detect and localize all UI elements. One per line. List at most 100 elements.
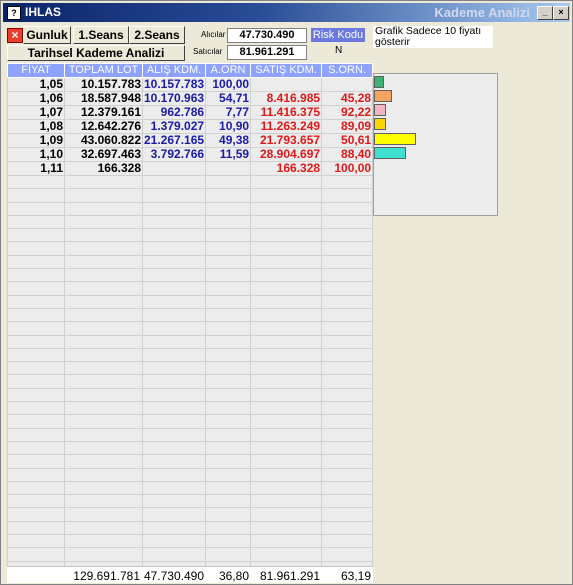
table-cell	[64, 547, 143, 562]
table-row[interactable]	[7, 427, 374, 442]
table-cell	[7, 480, 65, 496]
tab-2-seans[interactable]: 2.Seans	[129, 26, 185, 44]
table-row[interactable]	[7, 480, 374, 496]
sellers-value: 81.961.291	[227, 45, 307, 60]
table-cell: 45,28	[321, 91, 374, 106]
table-row[interactable]	[7, 454, 374, 469]
table-cell: 49,38	[205, 133, 252, 148]
table-row[interactable]	[7, 174, 374, 190]
table-cell	[64, 387, 143, 403]
table-row[interactable]	[7, 414, 374, 429]
table-cell	[205, 307, 252, 323]
table-row[interactable]: 1,05 10.157.783 10.157.783 100,00	[7, 77, 374, 92]
table-row[interactable]: 1,10 32.697.463 3.792.766 11,59 28.904.697 88…	[7, 147, 374, 162]
minimize-button[interactable]: _	[537, 6, 553, 20]
kademe-table: FİYAT TOPLAM LOT ALIŞ KDM. A.ORN SATIŞ K…	[7, 63, 374, 575]
table-cell	[321, 414, 374, 429]
table-row[interactable]	[7, 254, 374, 270]
table-row[interactable]	[7, 401, 374, 416]
close-icon[interactable]: ×	[7, 28, 23, 43]
app-icon: ?	[7, 6, 21, 20]
chart-bar-1-05	[374, 76, 384, 88]
table-row[interactable]	[7, 467, 374, 482]
table-cell	[141, 161, 207, 176]
table-cell: 21.793.657	[250, 133, 323, 148]
table-row[interactable]	[7, 241, 374, 256]
table-row[interactable]	[7, 214, 374, 230]
table-cell: 10.170.963	[141, 91, 207, 106]
close-window-button[interactable]: ×	[553, 6, 569, 20]
col-alis-kdm[interactable]: ALIŞ KDM.	[141, 63, 207, 78]
table-cell	[141, 534, 207, 549]
col-toplam-lot[interactable]: TOPLAM LOT	[64, 63, 143, 78]
table-row[interactable]	[7, 334, 374, 349]
table-row[interactable]	[7, 268, 374, 283]
table-cell	[7, 347, 65, 363]
table-row[interactable]	[7, 507, 374, 522]
table-row[interactable]	[7, 534, 374, 549]
table-cell	[205, 228, 252, 243]
table-cell	[141, 254, 207, 270]
table-row[interactable]	[7, 201, 374, 216]
table-row[interactable]	[7, 494, 374, 509]
table-cell	[141, 401, 207, 416]
table-row[interactable]	[7, 321, 374, 336]
table-cell	[141, 454, 207, 469]
table-cell	[141, 387, 207, 403]
table-row[interactable]: 1,11 166.328 166.328 100,00	[7, 161, 374, 176]
col-a-orn[interactable]: A.ORN	[205, 63, 252, 78]
table-row[interactable]	[7, 347, 374, 363]
table-cell	[250, 480, 323, 496]
table-cell: 28.904.697	[250, 147, 323, 162]
table-row[interactable]	[7, 440, 374, 456]
table-cell	[141, 507, 207, 522]
table-cell	[64, 534, 143, 549]
table-row[interactable]	[7, 294, 374, 309]
chart-note: Grafik Sadece 10 fiyatı gösterir	[373, 26, 493, 48]
table-cell: 100,00	[321, 161, 374, 176]
table-row[interactable]	[7, 361, 374, 376]
table-cell	[250, 201, 323, 216]
col-fiyat[interactable]: FİYAT	[7, 63, 65, 78]
table-header-row: FİYAT TOPLAM LOT ALIŞ KDM. A.ORN SATIŞ K…	[7, 63, 374, 78]
table-row[interactable]: 1,06 18.587.948 10.170.963 54,71 8.416.985 45…	[7, 91, 374, 106]
table-cell	[64, 347, 143, 363]
table-row[interactable]	[7, 547, 374, 562]
tab-gunluk[interactable]: Gunluk	[23, 26, 71, 44]
table-cell	[64, 321, 143, 336]
table-row[interactable]	[7, 374, 374, 389]
table-cell: 88,40	[321, 147, 374, 162]
col-s-orn[interactable]: S.ORN.	[321, 63, 374, 78]
table-cell	[7, 454, 65, 469]
title-bar[interactable]: ? IHLAS Kademe Analizi _ ×	[3, 3, 570, 22]
table-cell	[64, 520, 143, 536]
table-cell	[7, 334, 65, 349]
table-cell	[7, 268, 65, 283]
table-row[interactable]: 1,08 12.642.276 1.379.027 10,90 11.263.249 89…	[7, 119, 374, 134]
table-cell	[250, 214, 323, 230]
col-satis-kdm[interactable]: SATIŞ KDM.	[250, 63, 323, 78]
table-cell	[321, 294, 374, 309]
table-row[interactable]: 1,09 43.060.822 21.267.165 49,38 21.793.657 5…	[7, 133, 374, 148]
table-row[interactable]: 1,07 12.379.161 962.786 7,77 11.416.375 92,22	[7, 105, 374, 120]
table-cell	[7, 414, 65, 429]
table-row[interactable]	[7, 228, 374, 243]
table-cell	[205, 454, 252, 469]
table-row[interactable]	[7, 188, 374, 203]
table-cell	[321, 188, 374, 203]
table-cell	[321, 268, 374, 283]
table-row[interactable]	[7, 307, 374, 323]
table-row[interactable]	[7, 520, 374, 536]
historical-analysis-button[interactable]: Tarihsel Kademe Analizi	[7, 45, 185, 61]
table-cell	[250, 427, 323, 442]
table-cell	[205, 347, 252, 363]
table-cell	[205, 201, 252, 216]
table-cell: 166.328	[250, 161, 323, 176]
table-row[interactable]	[7, 387, 374, 403]
table-cell	[64, 467, 143, 482]
table-row[interactable]	[7, 281, 374, 296]
tab-1-seans[interactable]: 1.Seans	[73, 26, 129, 44]
table-cell	[64, 334, 143, 349]
chart-bar-1-07	[374, 104, 386, 117]
table-cell	[321, 401, 374, 416]
